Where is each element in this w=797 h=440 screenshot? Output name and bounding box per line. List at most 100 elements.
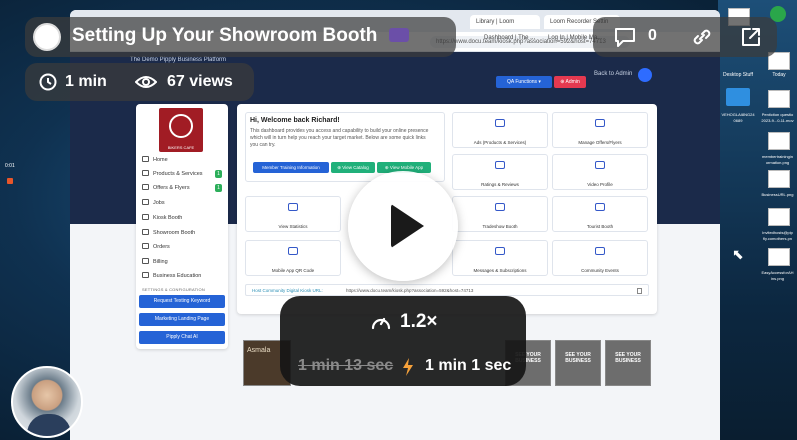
comment-count: 0: [648, 27, 657, 44]
sidebar-item-billing[interactable]: Billing: [142, 256, 226, 268]
video-meta-bar: 1 min 67 views: [25, 63, 254, 101]
tile-label: Mobile App QR Code: [271, 268, 315, 273]
desktop-label: membertrainingin ormation.png: [762, 154, 793, 165]
desktop-label: Desktop Stuff: [723, 72, 753, 78]
sidebar-item-label: Jobs: [153, 200, 165, 206]
sidebar-item-label: Kiosk Booth: [153, 215, 183, 221]
thumbnail-image[interactable]: SEE YOUR BUSINESS: [605, 340, 651, 386]
qr-code-icon: [288, 247, 298, 255]
tile-label: Manage Offers/Flyers: [578, 140, 622, 145]
flyer-icon: [595, 119, 605, 127]
sidebar-item-business-education[interactable]: Business Education: [142, 270, 226, 282]
tile-label: Tradeshow Booth: [482, 224, 518, 229]
admin-button[interactable]: ⊕ Admin: [554, 76, 586, 88]
video-title-row: Setting Up Your Showroom Booth: [72, 25, 409, 47]
desktop-file-icon[interactable]: [768, 248, 790, 266]
tile-ratings[interactable]: Ratings & Reviews: [452, 154, 548, 190]
video-title-bar: Setting Up Your Showroom Booth: [25, 17, 456, 57]
tile-messages[interactable]: Messages & Subscriptions: [452, 240, 548, 276]
tile-tourist-booth[interactable]: Tourist Booth: [552, 196, 648, 232]
sidebar-item-offers[interactable]: Offers & Flyers 1: [142, 182, 226, 194]
sidebar-item-label: Billing: [153, 259, 168, 265]
video-duration: 1 min: [65, 73, 107, 90]
chart-icon: [288, 203, 298, 211]
copy-icon[interactable]: [637, 288, 642, 294]
sidebar-item-label: Products & Services: [153, 171, 203, 177]
sidebar-item-label: Home: [153, 157, 168, 163]
tile-label: Ads (Products & Services): [473, 140, 527, 145]
play-button[interactable]: [348, 171, 458, 281]
megaphone-icon: [495, 119, 505, 127]
presenter-webcam-bubble[interactable]: [11, 366, 83, 438]
sidebar-item-label: Offers & Flyers: [153, 185, 190, 191]
bookmark-link[interactable]: Dashboard | The ...: [484, 35, 535, 41]
back-to-admin-link[interactable]: Back to Admin: [594, 71, 632, 77]
sidebar-item-label: Orders: [153, 244, 170, 250]
member-training-button[interactable]: Member Training Information: [253, 162, 329, 173]
count-badge: 1: [215, 170, 222, 178]
box-icon: [142, 170, 149, 176]
credit-card-icon: [142, 258, 149, 264]
desktop-label: Pentiction questio 2023-9...0-11.mov: [761, 112, 794, 123]
desktop-label: Today: [772, 72, 786, 78]
sidebar-item-showroom-booth[interactable]: Showroom Booth: [142, 227, 226, 239]
monitor-icon: [142, 214, 149, 220]
tile-community-events[interactable]: Community Events: [552, 240, 648, 276]
sidebar-section-title: SETTINGS & CONFIGURATION: [142, 287, 205, 292]
mouse-cursor-icon: ⬉: [732, 246, 744, 262]
desktop-file-icon[interactable]: [768, 90, 790, 108]
qa-functions-button[interactable]: QA Functions ▾: [496, 76, 552, 88]
tile-view-statistics[interactable]: View Statistics: [245, 196, 341, 232]
sidebar-item-kiosk-booth[interactable]: Kiosk Booth: [142, 212, 226, 224]
booth-icon: [495, 203, 505, 211]
tile-ads[interactable]: Ads (Products & Services): [452, 112, 548, 148]
original-duration: 1 min 13 sec: [298, 357, 394, 374]
speedometer-icon: [371, 317, 391, 330]
presenter-shirt: [27, 414, 71, 436]
eye-icon: [135, 76, 157, 88]
comment-icon[interactable]: [613, 26, 637, 48]
star-icon: [495, 161, 505, 169]
sidebar-item-home[interactable]: Home: [142, 154, 226, 166]
sidebar-item-jobs[interactable]: Jobs: [142, 197, 226, 209]
clock-icon: [39, 73, 57, 91]
tile-manage-offers[interactable]: Manage Offers/Flyers: [552, 112, 648, 148]
pipply-chat-ai-button[interactable]: Pipply Chat AI: [139, 331, 225, 344]
desktop-file-icon[interactable]: [768, 170, 790, 188]
desktop-file-icon[interactable]: [768, 208, 790, 226]
business-logo: BIKERS CAFE: [159, 108, 203, 152]
thumbnail-image[interactable]: SEE YOUR BUSINESS: [555, 340, 601, 386]
view-catalog-button[interactable]: ⊕ View Catalog: [331, 162, 375, 173]
graduation-icon: [142, 272, 149, 278]
tile-tradeshow-booth[interactable]: Tradeshow Booth: [452, 196, 548, 232]
link-icon[interactable]: [690, 26, 714, 48]
view-count: 67 views: [167, 73, 233, 90]
welcome-text: This dashboard provides you access and c…: [250, 128, 429, 148]
adjusted-duration: 1 min 1 sec: [425, 357, 512, 374]
chat-icon: [495, 247, 505, 255]
welcome-title: Hi, Welcome back Richard!: [250, 117, 340, 124]
kiosk-url-row: Host Community Digital Kiosk URL: https:…: [245, 284, 649, 296]
browser-tab[interactable]: Library | Loom: [470, 15, 540, 29]
briefcase-icon: [142, 199, 149, 205]
movie-camera-icon: [388, 28, 409, 42]
marketing-landing-page-button[interactable]: Marketing Landing Page: [139, 313, 225, 326]
tile-qr-code[interactable]: Mobile App QR Code: [245, 240, 341, 276]
user-avatar[interactable]: [638, 68, 652, 82]
playback-speed-panel[interactable]: 1.2× 1 min 13 sec 1 min 1 sec: [280, 296, 526, 386]
count-badge: 1: [215, 184, 222, 192]
cyclist-icon: [169, 114, 193, 138]
request-texting-keyword-button[interactable]: Request Texting Keyword: [139, 295, 225, 308]
desktop-file-icon[interactable]: [768, 132, 790, 150]
tile-video-profile[interactable]: Video Profile: [552, 154, 648, 190]
sidebar-item-orders[interactable]: Orders: [142, 241, 226, 253]
recording-indicator: [7, 178, 13, 184]
store-icon: [142, 229, 149, 235]
channel-logo-icon[interactable]: [33, 23, 61, 51]
sidebar: BIKERS CAFE Home Products & Services 1 Of…: [136, 104, 228, 349]
external-link-icon[interactable]: [739, 25, 763, 49]
folder-icon[interactable]: [726, 88, 750, 106]
tile-label: Messages & Subscriptions: [473, 268, 527, 273]
sidebar-item-products[interactable]: Products & Services 1: [142, 168, 226, 180]
calendar-icon: [595, 247, 605, 255]
